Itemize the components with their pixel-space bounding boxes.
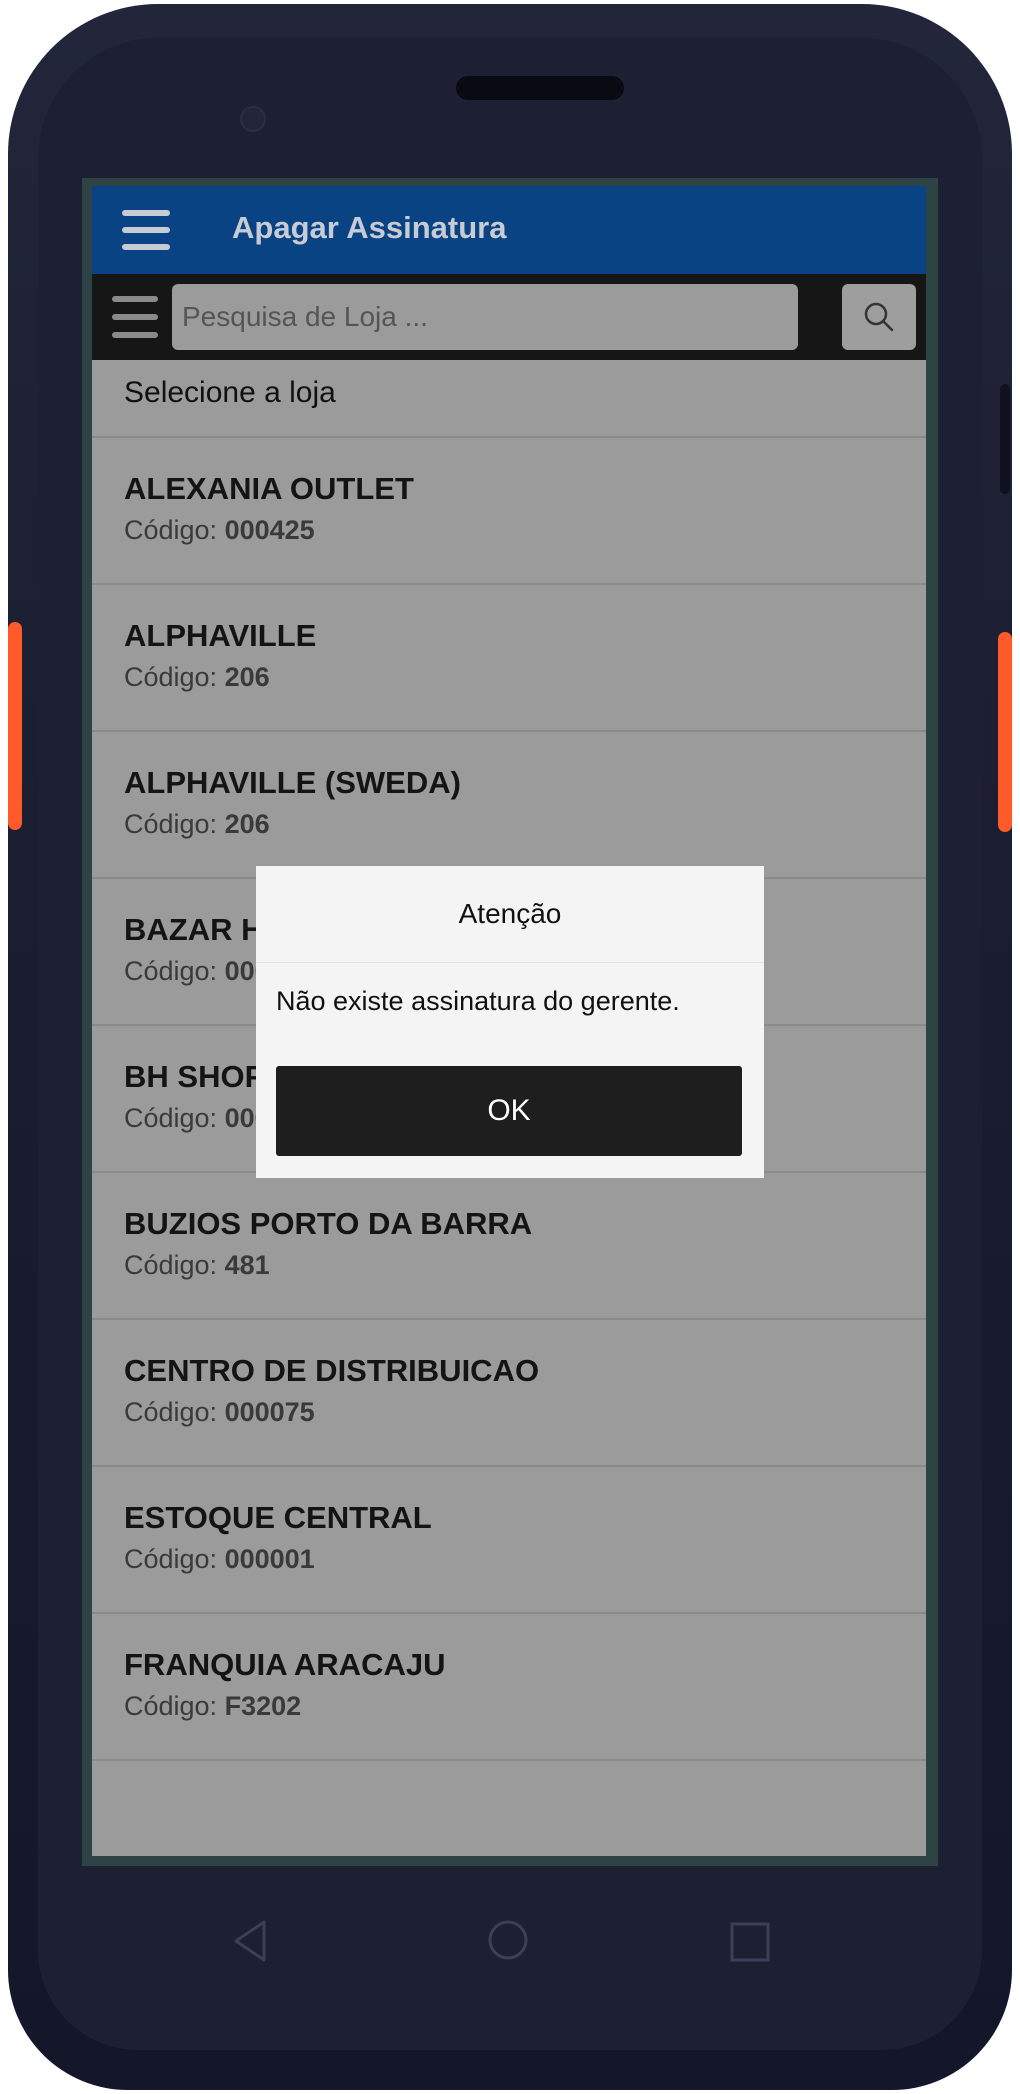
store-name: ALPHAVILLE <box>124 618 317 653</box>
store-name: FRANQUIA ARACAJU <box>124 1647 446 1682</box>
search-bar <box>92 274 926 360</box>
store-code: Código: 000425 <box>124 515 315 545</box>
search-input[interactable] <box>172 284 798 350</box>
dialog-divider <box>256 962 764 963</box>
front-camera <box>240 106 266 132</box>
store-name: BH SHOP <box>124 1059 266 1094</box>
store-name: BUZIOS PORTO DA BARRA <box>124 1206 533 1241</box>
list-item[interactable]: ALEXANIA OUTLET Código: 000425 <box>92 436 926 583</box>
list-item[interactable]: FRANQUIA ARACAJU Código: F3202 <box>92 1612 926 1759</box>
section-label: Selecione a loja <box>124 376 336 409</box>
earpiece-speaker <box>456 76 624 100</box>
store-name: ALPHAVILLE (SWEDA) <box>124 765 461 800</box>
dialog-message: Não existe assinatura do gerente. <box>276 986 680 1016</box>
search-button[interactable] <box>842 284 916 350</box>
list-item[interactable]: ALPHAVILLE (SWEDA) Código: 206 <box>92 730 926 877</box>
store-code: Código: 000075 <box>124 1397 315 1427</box>
store-code: Código: 206 <box>124 809 270 839</box>
store-name: ALEXANIA OUTLET <box>124 471 414 506</box>
dialog-title: Atenção <box>458 898 562 929</box>
store-name: CENTRO DE DISTRIBUICAO <box>124 1353 540 1388</box>
system-nav-bar <box>230 1906 790 1976</box>
alert-dialog: Atenção Não existe assinatura do gerente… <box>256 866 764 1178</box>
list-item[interactable]: BUZIOS PORTO DA BARRA Código: 481 <box>92 1171 926 1318</box>
left-scan-button[interactable] <box>8 622 22 830</box>
right-scan-button[interactable] <box>998 632 1012 832</box>
page-title: Apagar Assinatura <box>232 210 507 245</box>
home-circle-icon[interactable] <box>484 1916 532 1964</box>
store-code: Código: 481 <box>124 1250 270 1280</box>
store-code: Código: 000 <box>124 1103 270 1133</box>
store-code: Código: 000001 <box>124 1544 315 1574</box>
ok-button[interactable]: OK <box>276 1066 742 1156</box>
list-item[interactable]: ALPHAVILLE Código: 206 <box>92 583 926 730</box>
store-code: Código: F3202 <box>124 1691 302 1721</box>
search-icon <box>864 302 894 332</box>
list-item[interactable]: ESTOQUE CENTRAL Código: 000001 <box>92 1465 926 1612</box>
back-triangle-icon[interactable] <box>230 1918 270 1964</box>
power-button[interactable] <box>1000 384 1010 494</box>
hamburger-icon[interactable] <box>122 210 170 250</box>
filter-menu-icon[interactable] <box>112 296 158 338</box>
store-name: ESTOQUE CENTRAL <box>124 1500 432 1535</box>
list-item[interactable]: CENTRO DE DISTRIBUICAO Código: 000075 <box>92 1318 926 1465</box>
app-header: Apagar Assinatura <box>92 186 926 274</box>
store-code: Código: 206 <box>124 662 270 692</box>
recent-square-icon[interactable] <box>728 1920 772 1964</box>
list-divider <box>92 1759 926 1761</box>
